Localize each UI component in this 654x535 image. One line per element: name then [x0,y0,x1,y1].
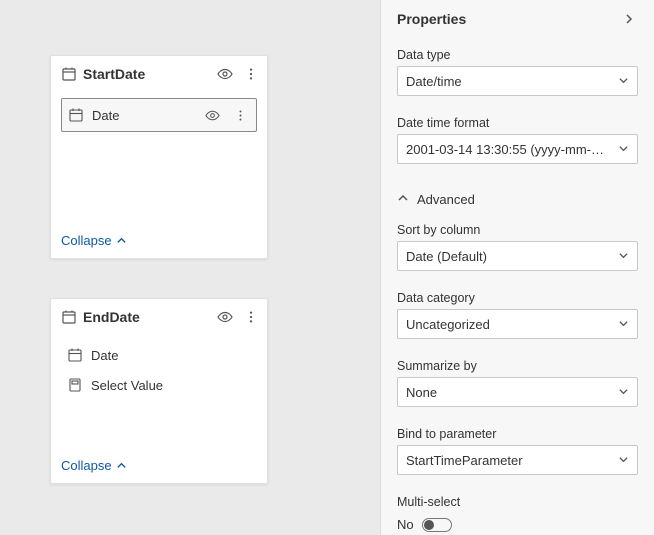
properties-panel: Properties Data type Date/time Date time… [380,0,654,535]
calendar-icon [68,107,84,123]
section-sort: Sort by column Date (Default) [381,213,654,281]
chevron-up-icon [397,192,409,207]
calendar-icon [67,347,83,363]
data-type-value: Date/time [406,74,462,89]
section-dt-format: Date time format 2001-03-14 13:30:55 (yy… [381,106,654,174]
category-select[interactable]: Uncategorized [397,309,638,339]
field-row-date[interactable]: Date [61,98,257,132]
bind-value: StartTimeParameter [406,453,523,468]
card-title: EndDate [83,309,209,325]
category-label: Data category [397,281,638,309]
chevron-up-icon [116,460,127,471]
field-more-button[interactable] [230,105,250,125]
dt-format-select[interactable]: 2001-03-14 13:30:55 (yyyy-mm-dd hh:n… [397,134,638,164]
sort-label: Sort by column [397,213,638,241]
card-body: Date Select Value [51,335,267,450]
field-label: Select Value [91,378,251,393]
section-category: Data category Uncategorized [381,281,654,349]
card-footer: Collapse [51,450,267,483]
chevron-down-icon [618,74,629,89]
chevron-down-icon [618,317,629,332]
collapse-label: Collapse [61,458,112,473]
more-options-button[interactable] [241,307,261,327]
multi-label: Multi-select [397,485,638,513]
section-data-type: Data type Date/time [381,38,654,106]
table-card-startdate[interactable]: StartDate Date [50,55,268,259]
sort-select[interactable]: Date (Default) [397,241,638,271]
measure-icon [67,377,83,393]
card-title: StartDate [83,66,209,82]
card-header: StartDate [51,56,267,92]
panel-title: Properties [397,11,466,27]
field-row-date[interactable]: Date [61,341,257,369]
chevron-down-icon [618,142,629,157]
data-type-label: Data type [397,38,638,66]
visibility-toggle[interactable] [215,307,235,327]
collapse-label: Collapse [61,233,112,248]
advanced-toggle[interactable]: Advanced [381,178,654,213]
chevron-down-icon [618,249,629,264]
data-type-select[interactable]: Date/time [397,66,638,96]
multi-select-toggle[interactable] [422,518,452,532]
advanced-label: Advanced [417,192,475,207]
summarize-select[interactable]: None [397,377,638,407]
toggle-knob [424,520,434,530]
table-card-enddate[interactable]: EndDate Date [50,298,268,484]
section-multiselect: Multi-select No [381,485,654,535]
dt-format-value: 2001-03-14 13:30:55 (yyyy-mm-dd hh:n… [406,142,606,157]
category-value: Uncategorized [406,317,490,332]
model-canvas: StartDate Date [0,0,380,535]
field-label: Date [92,108,194,123]
section-summarize: Summarize by None [381,349,654,417]
chevron-down-icon [618,453,629,468]
card-header: EndDate [51,299,267,335]
panel-collapse-button[interactable] [620,10,638,28]
bind-label: Bind to parameter [397,417,638,445]
collapse-button[interactable]: Collapse [61,233,127,248]
summarize-value: None [406,385,437,400]
chevron-down-icon [618,385,629,400]
summarize-label: Summarize by [397,349,638,377]
visibility-toggle[interactable] [215,64,235,84]
collapse-button[interactable]: Collapse [61,458,127,473]
field-row-selectvalue[interactable]: Select Value [61,371,257,399]
more-options-button[interactable] [241,64,261,84]
section-bind: Bind to parameter StartTimeParameter [381,417,654,485]
panel-header: Properties [381,0,654,38]
chevron-up-icon [116,235,127,246]
dt-format-label: Date time format [397,106,638,134]
field-label: Date [91,348,251,363]
bind-select[interactable]: StartTimeParameter [397,445,638,475]
multi-value: No [397,517,414,532]
card-body: Date [51,92,267,225]
card-footer: Collapse [51,225,267,258]
sort-value: Date (Default) [406,249,487,264]
table-icon [61,66,77,82]
table-icon [61,309,77,325]
field-visibility-toggle[interactable] [202,105,222,125]
